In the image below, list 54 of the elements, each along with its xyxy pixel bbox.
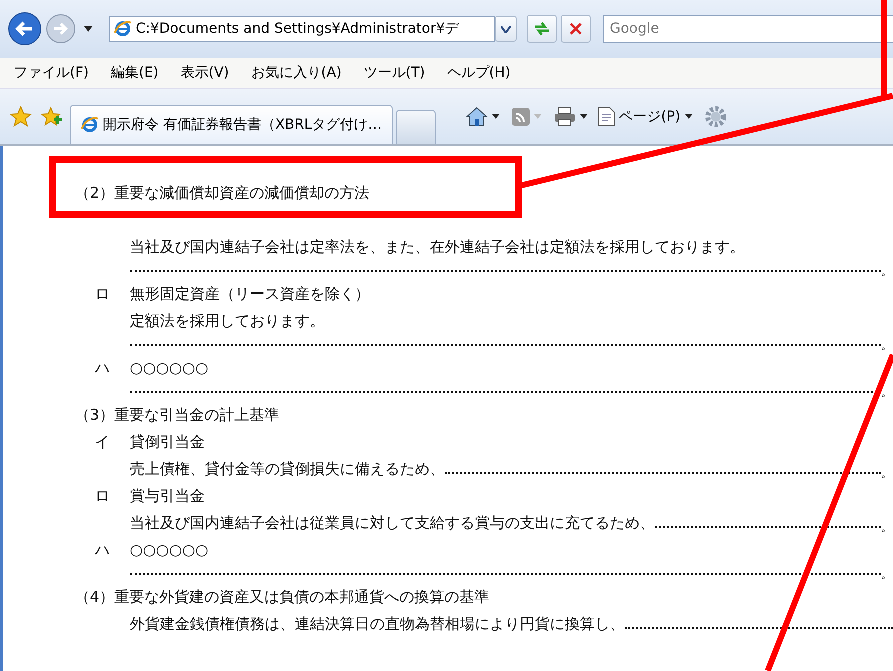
body-text: 当社及び国内連結子会社は従業員に対して支給する賞与の支出に充てるため、 <box>130 513 655 534</box>
item-title: 貸倒引当金 <box>130 433 205 451</box>
item-title: ○○○○○○ <box>130 359 209 377</box>
printer-icon[interactable] <box>554 106 576 126</box>
gear-icon[interactable] <box>704 106 727 128</box>
end-mark: 。 <box>881 263 893 280</box>
item-title: ○○○○○○ <box>130 541 209 559</box>
stop-button[interactable] <box>561 15 591 43</box>
end-mark: 。 <box>881 566 893 583</box>
menu-item[interactable]: お気に入り(A) <box>251 64 342 82</box>
item-marker: イ <box>95 432 111 453</box>
search-field[interactable]: Google <box>603 15 893 43</box>
section-heading: （2）重要な減価償却資産の減価償却の方法 <box>75 183 371 204</box>
close-icon <box>569 22 583 36</box>
section-heading: （4）重要な外貨建の資産又は負債の本邦通貨への換算の基準 <box>75 587 491 608</box>
body-text: 当社及び国内連結子会社は定率法を、また、在外連結子会社は定額法を採用しております。 <box>130 238 745 256</box>
end-mark: 。 <box>881 384 893 401</box>
back-button[interactable] <box>8 12 42 46</box>
feed-icon[interactable] <box>512 108 530 126</box>
menu-item[interactable]: ヘルプ(H) <box>447 64 511 82</box>
end-mark: 。 <box>881 465 893 482</box>
browser-tab[interactable]: 開示府令 有価証券報告書（XBRLタグ付け… <box>70 105 394 144</box>
dropdown-button[interactable] <box>495 16 517 42</box>
body-text: 外貨建金銭債権債務は、連結決算日の直物為替相場により円貨に換算し、 <box>130 614 625 635</box>
browser-logo-icon <box>114 20 132 38</box>
menu-item[interactable]: ツール(T) <box>364 64 426 82</box>
caret-icon[interactable] <box>580 114 588 119</box>
end-mark: 。 <box>881 519 893 536</box>
section-heading: （3）重要な引当金の計上基準 <box>75 405 281 426</box>
caret-icon[interactable] <box>84 26 93 32</box>
caret-icon[interactable] <box>492 114 500 119</box>
body-text: 売上債権、貸付金等の貸倒損失に備えるため、 <box>130 459 445 480</box>
menu-item[interactable]: 表示(V) <box>180 64 230 82</box>
browser-logo-icon <box>81 116 99 134</box>
home-icon[interactable] <box>466 106 488 126</box>
body-text: 定額法を採用しております。 <box>130 312 325 330</box>
star-plus-icon[interactable] <box>40 106 62 128</box>
item-marker: ハ <box>95 358 111 379</box>
item-title: 賞与引当金 <box>130 487 205 505</box>
caret-icon[interactable] <box>684 114 693 119</box>
item-title: 無形固定資産（リース資産を除く） <box>130 285 370 303</box>
page-icon <box>598 106 616 126</box>
address-field[interactable]: C:¥Documents and Settings¥Administrator¥デ <box>109 16 495 42</box>
refresh-icon <box>533 21 551 37</box>
item-marker: ロ <box>95 284 111 305</box>
caret-icon <box>501 26 511 32</box>
item-marker: ハ <box>95 540 111 561</box>
star-icon[interactable] <box>10 106 32 128</box>
item-marker: ロ <box>95 486 111 507</box>
page-menu-button[interactable]: ページ(P) <box>598 106 681 126</box>
end-mark: 。 <box>881 337 893 354</box>
menu-item[interactable]: ファイル(F) <box>14 64 89 82</box>
refresh-button[interactable] <box>527 15 557 43</box>
menu-item[interactable]: 編集(E) <box>110 64 159 82</box>
